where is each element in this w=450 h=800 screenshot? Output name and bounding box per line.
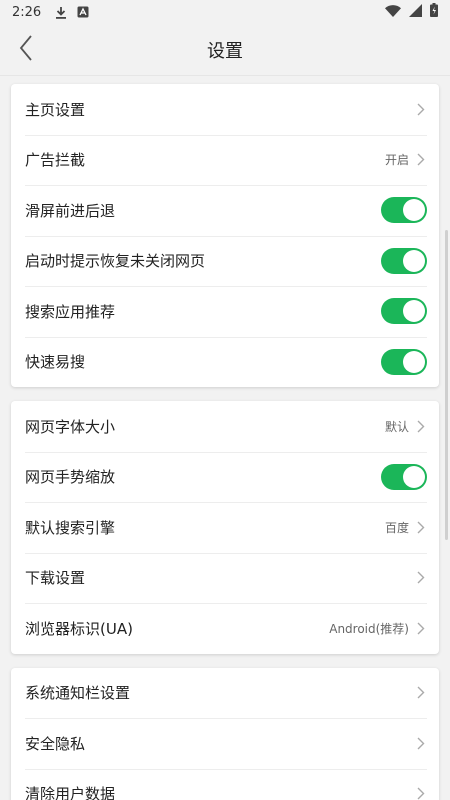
settings-list: 主页设置广告拦截 开启滑屏前进后退启动时提示恢复未关闭网页 搜索应用推荐 快速易搜网页…	[0, 76, 450, 800]
download-icon	[55, 6, 67, 19]
chevron-right-icon	[415, 686, 427, 700]
toggle-knob	[403, 350, 425, 373]
app-notification-icon	[77, 6, 89, 18]
status-bar: 2:26	[0, 0, 450, 24]
settings-group: 系统通知栏设置 安全隐私清除用户数据	[11, 667, 439, 800]
chevron-right-icon	[415, 419, 427, 433]
toggle-knob	[403, 199, 425, 222]
app-bar: 设置	[0, 24, 450, 76]
toggle-switch[interactable]	[381, 298, 427, 325]
setting-label: 系统通知栏设置	[25, 684, 131, 703]
chevron-right-icon	[415, 571, 427, 585]
setting-label: 网页字体大小	[25, 417, 116, 436]
setting-row-user-agent[interactable]: 浏览器标识(UA) Android(推荐)	[11, 603, 439, 654]
setting-row-notification-bar[interactable]: 系统通知栏设置	[11, 668, 439, 719]
setting-value: 开启	[384, 153, 409, 168]
setting-label: 默认搜索引擎	[25, 518, 116, 537]
setting-value: 默认	[384, 419, 409, 434]
toggle-switch[interactable]	[381, 197, 427, 224]
chevron-right-icon	[415, 621, 427, 635]
setting-value: Android(推荐)	[329, 621, 409, 636]
setting-value: 百度	[384, 520, 409, 535]
setting-row-quick-search[interactable]: 快速易搜	[11, 336, 439, 388]
toggle-knob	[403, 249, 425, 272]
toggle-switch[interactable]	[381, 247, 427, 274]
setting-label: 启动时提示恢复未关闭网页	[25, 252, 206, 271]
setting-label: 搜索应用推荐	[25, 302, 116, 321]
setting-row-font-size[interactable]: 网页字体大小 默认	[11, 401, 439, 452]
chevron-right-icon	[415, 102, 427, 116]
chevron-right-icon	[415, 787, 427, 800]
toggle-switch[interactable]	[381, 348, 427, 375]
setting-label: 广告拦截	[25, 151, 86, 170]
setting-label: 滑屏前进后退	[25, 201, 116, 220]
toggle-knob	[403, 300, 425, 323]
settings-group: 网页字体大小 默认网页手势缩放 默认搜索引擎 百度下载设置浏览器标识(UA) Andro…	[11, 401, 439, 654]
battery-icon	[430, 3, 438, 21]
chevron-right-icon	[415, 153, 427, 167]
scrollbar[interactable]	[445, 230, 448, 540]
status-time: 2:26	[12, 4, 42, 20]
setting-row-download[interactable]: 下载设置	[11, 552, 439, 604]
wifi-icon	[385, 4, 401, 21]
setting-label: 下载设置	[25, 569, 86, 588]
setting-row-clear-data[interactable]: 清除用户数据	[11, 768, 439, 800]
setting-row-restore-tabs[interactable]: 启动时提示恢复未关闭网页	[11, 235, 439, 287]
setting-label: 安全隐私	[25, 734, 86, 753]
setting-row-adblock[interactable]: 广告拦截 开启	[11, 134, 439, 186]
setting-label: 浏览器标识(UA)	[25, 619, 133, 638]
page-title: 设置	[207, 40, 243, 62]
setting-label: 清除用户数据	[25, 785, 116, 800]
settings-group: 主页设置广告拦截 开启滑屏前进后退启动时提示恢复未关闭网页 搜索应用推荐 快速易搜	[11, 84, 439, 387]
status-indicators	[385, 3, 438, 21]
back-arrow-icon	[19, 35, 33, 65]
chevron-right-icon	[415, 520, 427, 534]
setting-row-home[interactable]: 主页设置	[11, 84, 439, 135]
setting-row-swipe-nav[interactable]: 滑屏前进后退	[11, 185, 439, 236]
setting-row-search-engine[interactable]: 默认搜索引擎 百度	[11, 502, 439, 553]
setting-row-gesture-zoom[interactable]: 网页手势缩放	[11, 451, 439, 503]
setting-row-search-recommend[interactable]: 搜索应用推荐	[11, 286, 439, 337]
toggle-knob	[403, 465, 425, 488]
setting-row-privacy[interactable]: 安全隐私	[11, 718, 439, 769]
chevron-right-icon	[415, 736, 427, 750]
setting-label: 快速易搜	[25, 353, 86, 372]
toggle-switch[interactable]	[381, 463, 427, 490]
setting-label: 网页手势缩放	[25, 468, 116, 487]
back-button[interactable]	[8, 32, 44, 68]
signal-icon	[409, 3, 422, 21]
setting-label: 主页设置	[25, 100, 86, 119]
